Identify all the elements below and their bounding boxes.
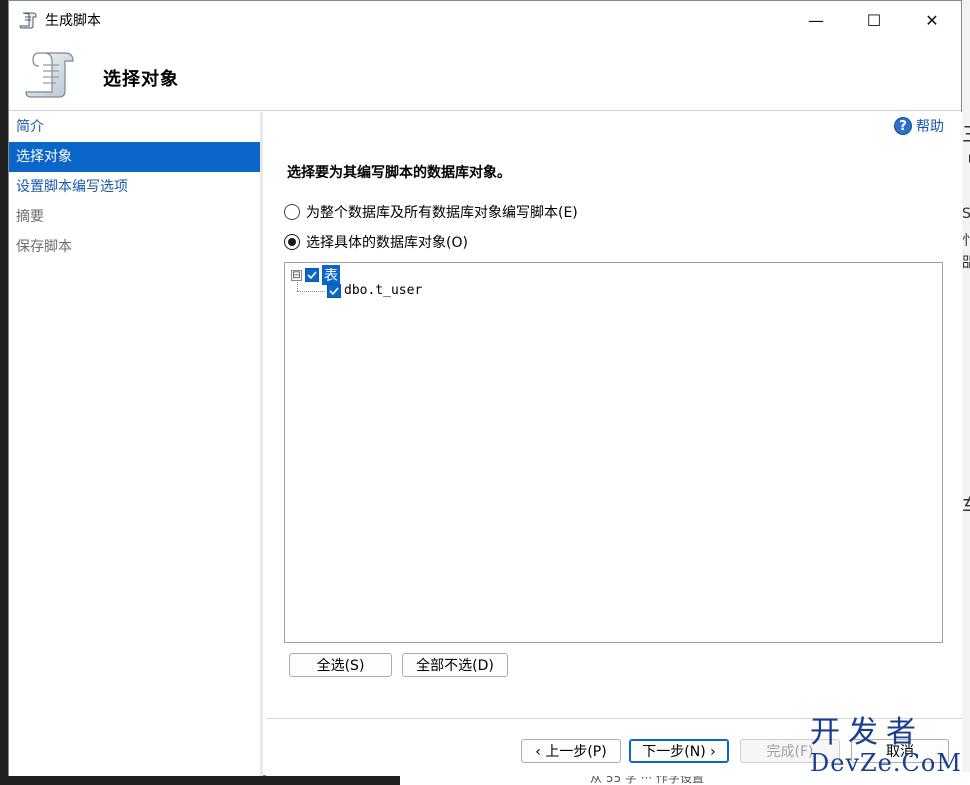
checkbox-tables[interactable]	[305, 268, 319, 282]
sidebar-item-save-scripts: 保存脚本	[16, 239, 72, 255]
instruction-text: 选择要为其编写脚本的数据库对象。	[287, 165, 511, 181]
sidebar-item-scripting-options[interactable]: 设置脚本编写选项	[9, 172, 260, 202]
deselect-all-button[interactable]: 全部不选(D)	[402, 653, 508, 677]
window-title: 生成脚本	[45, 13, 101, 29]
bg-fragment: S	[962, 206, 970, 222]
sidebar-item-choose-objects[interactable]: 选择对象	[9, 142, 260, 172]
bg-fragment: 三	[962, 118, 970, 147]
wizard-steps-sidebar: 简介 选择对象 设置脚本编写选项 摘要 保存脚本	[9, 112, 263, 776]
title-bar[interactable]: 生成脚本 — ☐ ✕	[9, 1, 961, 39]
help-icon: ?	[894, 117, 912, 135]
checkmark-icon	[307, 271, 317, 280]
generate-scripts-dialog: 生成脚本 — ☐ ✕ 选择对象 简介 选择对象 设置脚本编写选项 摘要 保存脚本…	[8, 0, 962, 776]
bg-fragment: 刂	[962, 153, 970, 169]
collapse-icon[interactable]: ⊟	[291, 269, 302, 281]
sidebar-item-intro[interactable]: 简介	[9, 112, 260, 142]
radio-button[interactable]	[284, 204, 300, 220]
help-label: 帮助	[916, 119, 944, 135]
checkmark-icon	[329, 286, 339, 295]
tree-node-tables[interactable]: ⊟ 表	[291, 265, 340, 285]
option-label: 为整个数据库及所有数据库对象编写脚本(E)	[306, 205, 578, 221]
object-tree[interactable]: ⊟ 表 dbo.t_user	[284, 262, 943, 643]
main-panel: ? 帮助 选择要为其编写脚本的数据库对象。 为整个数据库及所有数据库对象编写脚本…	[266, 112, 962, 776]
watermark-bottom: DevZe.CoM	[810, 749, 962, 777]
option-entire-database[interactable]: 为整个数据库及所有数据库对象编写脚本(E)	[284, 202, 578, 222]
maximize-button[interactable]: ☐	[845, 1, 903, 39]
background-app-edge: 三 刂 S 忄 㗊 车	[962, 0, 970, 785]
page-header: 选择对象	[9, 39, 961, 111]
bg-fragment: 忄	[962, 233, 970, 249]
sidebar-item-summary: 摘要	[16, 209, 44, 225]
next-button[interactable]: 下一步(N) ›	[629, 739, 729, 763]
script-scroll-icon	[19, 12, 37, 29]
tree-node-table-user[interactable]: dbo.t_user	[327, 283, 422, 298]
previous-button[interactable]: ‹ 上一步(P)	[521, 739, 621, 763]
radio-button[interactable]	[284, 234, 300, 250]
bg-fragment: 车	[962, 490, 970, 519]
help-link[interactable]: ? 帮助	[894, 116, 944, 136]
close-button[interactable]: ✕	[903, 1, 961, 39]
watermark-top: 开发者	[810, 715, 924, 750]
select-all-button[interactable]: 全选(S)	[289, 653, 392, 677]
checkbox-table-user[interactable]	[327, 283, 341, 298]
script-scroll-icon	[25, 52, 74, 98]
bg-fragment: 㗊	[962, 255, 970, 271]
option-specific-objects[interactable]: 选择具体的数据库对象(O)	[284, 232, 468, 252]
option-label: 选择具体的数据库对象(O)	[306, 235, 468, 251]
tree-node-label[interactable]: dbo.t_user	[344, 283, 422, 298]
tree-node-label[interactable]: 表	[322, 265, 340, 285]
page-title: 选择对象	[103, 69, 179, 90]
site-watermark: 开发者 DevZe.CoM	[810, 715, 962, 780]
minimize-button[interactable]: —	[787, 1, 845, 39]
